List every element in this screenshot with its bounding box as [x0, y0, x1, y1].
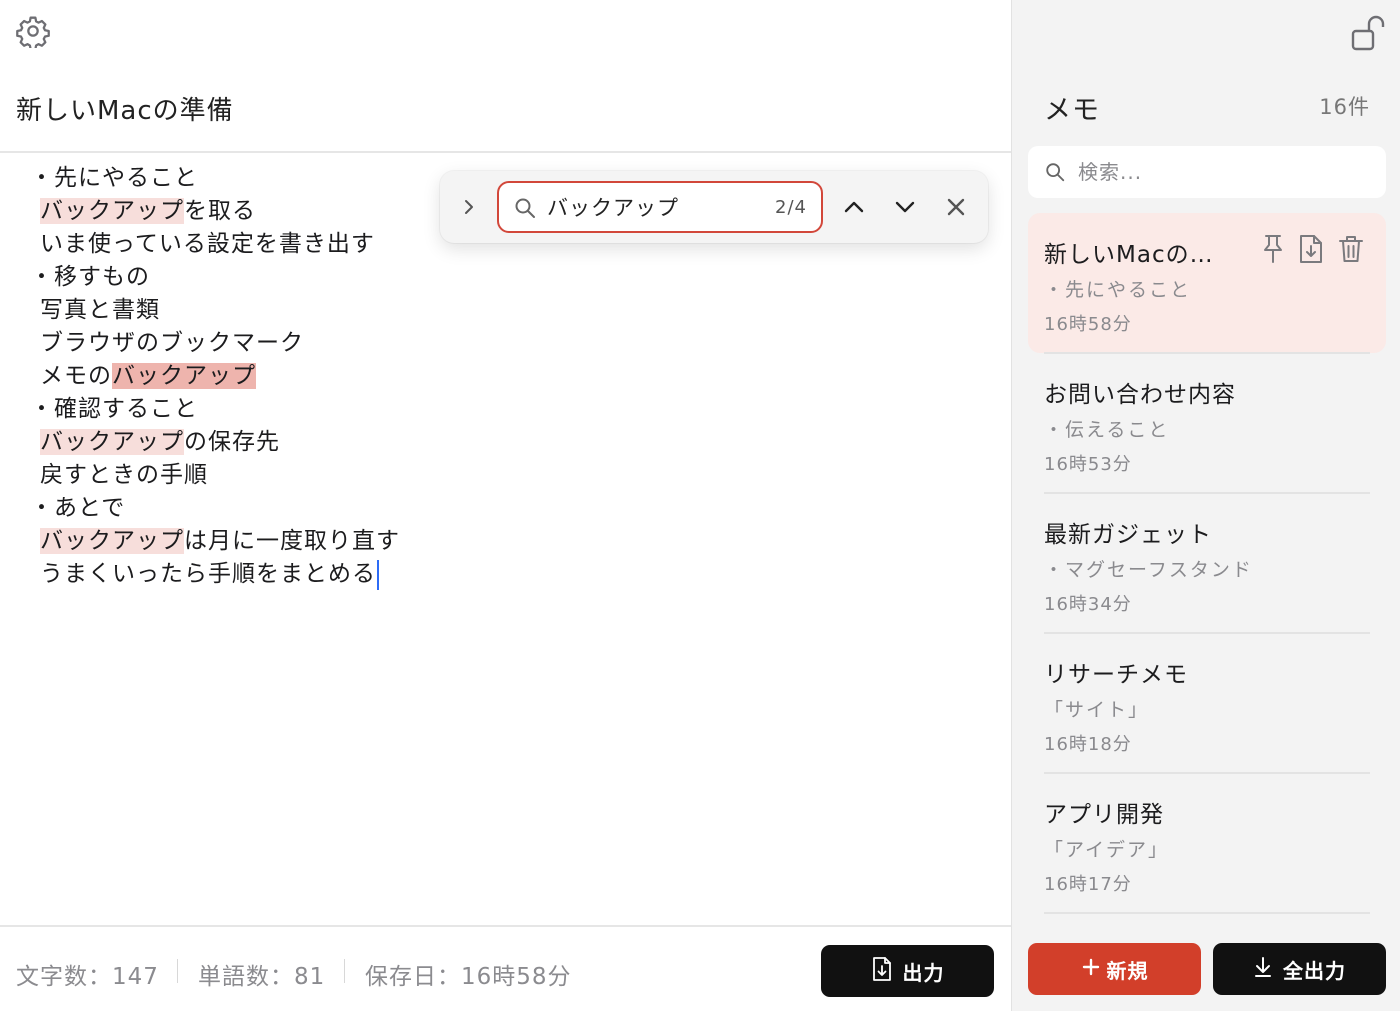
- line-text: を取る: [184, 198, 256, 224]
- saved-time: 保存日：16時58分: [365, 964, 572, 990]
- text-line[interactable]: 写真と書類: [30, 294, 400, 327]
- line-text: ブラウザのブックマーク: [40, 330, 304, 356]
- char-count: 文字数：147: [16, 964, 159, 990]
- new-note-label: 新規: [1106, 958, 1149, 983]
- export-button-label: 出力: [902, 960, 945, 985]
- line-text: ・先にやること: [30, 165, 198, 191]
- note-item-title: リサーチメモ: [1044, 662, 1188, 688]
- export-all-button[interactable]: 全出力: [1213, 943, 1386, 995]
- note-item-title: 新しいMacの…: [1044, 242, 1214, 268]
- note-divider: [1044, 912, 1370, 914]
- line-text: うまくいったら手順をまとめる: [40, 561, 376, 587]
- search-icon: [1044, 161, 1066, 183]
- find-bar: 2/4: [440, 171, 988, 243]
- bullet-line[interactable]: ・先にやること: [30, 162, 400, 195]
- text-line[interactable]: バックアップは月に一度取り直す: [30, 525, 400, 558]
- text-line[interactable]: メモのバックアップ: [30, 360, 400, 393]
- note-item-preview: ・マグセーフスタンド: [1044, 559, 1253, 581]
- divider: [344, 959, 345, 983]
- search-highlight: バックアップ: [40, 528, 184, 554]
- note-item-time: 16時17分: [1044, 874, 1132, 895]
- notes-sidebar: メモ 16件 新しいMacの… ・先にやること 16時58分お問い合わせ内容・伝える…: [1011, 0, 1400, 1011]
- text-line[interactable]: うまくいったら手順をまとめる: [30, 558, 400, 591]
- note-item-time: 16時18分: [1044, 734, 1132, 755]
- text-line[interactable]: バックアップを取る: [30, 195, 400, 228]
- find-field[interactable]: 2/4: [497, 181, 823, 233]
- note-item-time: 16時58分: [1044, 314, 1132, 335]
- bullet-line[interactable]: ・確認すること: [30, 393, 400, 426]
- status-bar: 文字数：147 単語数：81 保存日：16時58分 出力: [0, 925, 1011, 1011]
- export-all-label: 全出力: [1283, 958, 1346, 983]
- line-text: メモの: [40, 363, 112, 389]
- note-item-time: 16時53分: [1044, 454, 1132, 475]
- note-title[interactable]: 新しいMacの準備: [16, 90, 234, 127]
- line-text: は月に一度取り直す: [184, 528, 400, 554]
- plus-icon: [1081, 957, 1101, 982]
- lock-open-icon[interactable]: [1350, 14, 1388, 52]
- gear-icon[interactable]: [16, 14, 50, 51]
- chevron-up-icon[interactable]: [840, 193, 868, 221]
- search-icon: [513, 196, 537, 220]
- pin-icon[interactable]: [1260, 233, 1290, 267]
- chevron-down-icon[interactable]: [891, 193, 919, 221]
- editor-pane: 新しいMacの準備 ・先にやること バックアップを取る いま使っている設定を書き出す…: [0, 0, 1011, 1011]
- close-icon[interactable]: [942, 193, 970, 221]
- text-line[interactable]: いま使っている設定を書き出す: [30, 228, 400, 261]
- note-item-title: アプリ開発: [1044, 802, 1164, 828]
- search-highlight: バックアップ: [40, 198, 184, 224]
- note-list-item[interactable]: リサーチメモ「サイト」 16時18分: [1028, 633, 1386, 773]
- new-note-button[interactable]: 新規: [1028, 943, 1201, 995]
- text-caret: [377, 559, 379, 590]
- sidebar-title: メモ: [1044, 95, 1100, 126]
- note-list-item[interactable]: 新しいMacの… ・先にやること 16時58分: [1028, 213, 1386, 353]
- download-icon: [1253, 956, 1273, 983]
- note-item-time: 16時34分: [1044, 594, 1132, 615]
- line-text: 写真と書類: [40, 297, 160, 323]
- note-list-item[interactable]: アプリ開発「アイデア」 16時17分: [1028, 773, 1386, 913]
- bullet-line[interactable]: ・移すもの: [30, 261, 400, 294]
- note-item-title: 最新ガジェット: [1044, 522, 1212, 548]
- note-item-preview: ・伝えること: [1044, 419, 1170, 441]
- note-item-title: お問い合わせ内容: [1044, 382, 1236, 408]
- find-match-count: 2/4: [775, 197, 807, 218]
- note-item-preview: 「アイデア」: [1044, 839, 1170, 861]
- bullet-line[interactable]: ・あとで: [30, 492, 400, 525]
- find-input[interactable]: [547, 191, 747, 223]
- search-box[interactable]: [1028, 146, 1386, 198]
- word-count: 単語数：81: [198, 964, 326, 990]
- note-body[interactable]: ・先にやること バックアップを取る いま使っている設定を書き出す ・移すもの 写真と書類…: [30, 162, 400, 591]
- note-list-item[interactable]: お問い合わせ内容・伝えること 16時53分: [1028, 353, 1386, 493]
- note-count: 16件: [1319, 95, 1370, 119]
- line-text: ・移すもの: [30, 264, 150, 290]
- divider: [177, 959, 178, 983]
- line-text: 戻すときの手順: [40, 462, 208, 488]
- current-search-highlight: バックアップ: [112, 363, 256, 389]
- line-text: の保存先: [184, 429, 280, 455]
- line-text: いま使っている設定を書き出す: [40, 231, 375, 257]
- search-input[interactable]: [1078, 157, 1358, 187]
- line-text: ・あとで: [30, 495, 126, 521]
- search-highlight: バックアップ: [40, 429, 184, 455]
- trash-icon[interactable]: [1337, 233, 1367, 267]
- note-item-preview: ・先にやること: [1044, 279, 1192, 301]
- note-list-item[interactable]: 最新ガジェット・マグセーフスタンド 16時34分: [1028, 493, 1386, 633]
- note-item-preview: 「サイト」: [1044, 699, 1150, 721]
- text-line[interactable]: ブラウザのブックマーク: [30, 327, 400, 360]
- text-line[interactable]: バックアップの保存先: [30, 426, 400, 459]
- line-text: ・確認すること: [30, 396, 198, 422]
- text-line[interactable]: 戻すときの手順: [30, 459, 400, 492]
- export-button[interactable]: 出力: [821, 945, 994, 997]
- export-file-icon: [871, 956, 893, 987]
- editor-header: 新しいMacの準備: [0, 0, 1011, 153]
- export-file-icon[interactable]: [1298, 233, 1328, 267]
- chevron-right-icon[interactable]: [458, 194, 480, 220]
